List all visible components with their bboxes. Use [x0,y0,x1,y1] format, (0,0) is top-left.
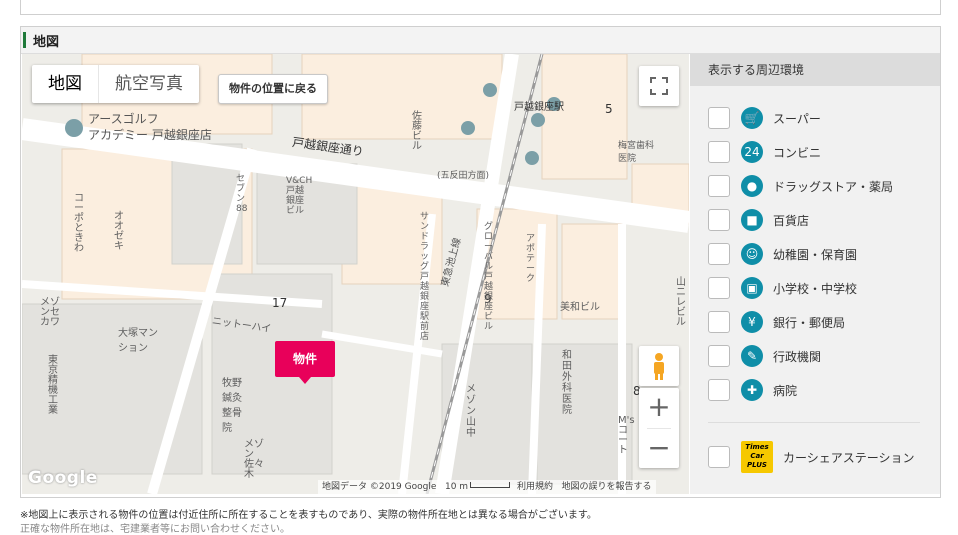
map-attribution: 地図データ ©2019 Google 10 m 利用規約 地図の誤りを報告する [318,480,656,494]
poi-label: スーパー [773,111,821,126]
map-label-yamanoue: 山ニレビル [676,277,686,328]
clipboard-icon: ✎ [741,345,763,367]
map-canvas[interactable]: 戸越銀座通り (五反田方面) 戸越銀座駅 東急池上線 アースゴルフ アカデミー … [22,54,689,494]
pegman-icon [654,353,664,380]
map-label-ms: M'sコート [618,415,635,456]
poi-checkbox[interactable] [708,446,730,468]
map-label-kotokawa: コーポときわ [74,193,84,254]
poi-label: 百貨店 [773,213,810,228]
poi-label: 行政機関 [773,349,822,364]
map-label-makino: 牧野鍼灸整骨院 [222,378,242,434]
fullscreen-icon [650,77,668,95]
poi-label: 銀行・郵便局 [773,315,846,330]
zoom-in-button[interactable]: + [639,388,679,428]
property-marker[interactable]: 物件 [275,341,335,384]
pill-icon: ● [741,175,763,197]
poi-checkbox[interactable] [708,209,730,231]
map-type-satellite-button[interactable]: 航空写真 [99,65,199,103]
map-label-sunddrug: サンドラッグ戸越銀座駅前店 [420,212,430,342]
map-type-control: 地図 航空写真 [32,65,199,103]
surroundings-panel: 表示する周辺環境 🛒 スーパー 24 コンビニ ● ドラッグストア・薬局 ■ 百… [690,54,940,494]
poi-label: ドラッグストア・薬局 [773,179,894,194]
map-label-golf2: アカデミー 戸越銀座店 [88,128,212,142]
report-error-link[interactable]: 地図の誤りを報告する [562,482,652,492]
surroundings-title: 表示する周辺環境 [690,54,940,86]
poi-label: カーシェアステーション [783,450,915,465]
shopping-bag-icon: ■ [741,209,763,231]
map-label-vandc: V&CH戸越銀座ビル [286,176,313,216]
poi-label: コンビニ [773,145,822,160]
map-disclaimer: ※地図上に表示される物件の位置は付近住所に所在することを表すものであり、実際の物… [20,510,597,521]
poi-checkbox[interactable] [708,345,730,367]
cart-icon: 🛒 [741,107,763,129]
map-label-oseki: オオゼキ [114,211,124,252]
poi-label: 小学校・中学校 [773,281,858,296]
terms-link[interactable]: 利用規約 [517,482,553,492]
poi-item-government[interactable]: ✎ 行政機関 [708,344,821,368]
map-label-block17: 17 [272,296,288,310]
attribution-data: 地図データ ©2019 Google [322,482,437,492]
poi-checkbox[interactable] [708,379,730,401]
poi-item-kindergarten[interactable]: ☺ 幼稚園・保育園 [708,242,857,266]
panel-divider [708,422,920,423]
zoom-out-button[interactable]: − [639,429,679,469]
previous-section-box [20,0,941,15]
map-label-mensan: メゾン山中 [466,384,476,439]
convenience-store-icon: 24 [741,141,763,163]
section-accent-bar [23,32,26,48]
poi-item-bank[interactable]: ¥ 銀行・郵便局 [708,310,845,334]
school-bag-icon: ▣ [741,277,763,299]
map-type-map-button[interactable]: 地図 [32,65,98,103]
poi-checkbox[interactable] [708,175,730,197]
map-label-global: グローバル戸越銀座ビル [484,222,494,332]
map-label-clinic: 梅宮歯科医院 [618,141,655,164]
street-view-pegman-button[interactable] [639,346,679,386]
scale-label: 10 m [444,482,469,492]
poi-label: 幼稚園・保育園 [773,247,858,262]
map-label-seven: セブン88 [236,174,248,214]
fullscreen-button[interactable] [639,66,679,106]
map-section: 地図 戸越銀座通り (五反田方面) 戸越銀座駅 東急池上線 アースゴルフ アカデ… [20,26,941,498]
child-icon: ☺ [741,243,763,265]
map-disclaimer-2: 正確な物件所在地は、宅建業者等にお問い合わせください。 [20,524,290,535]
poi-item-department-store[interactable]: ■ 百貨店 [708,208,809,232]
bank-icon: ¥ [741,311,763,333]
map-label-sato: 佐藤ビル [412,111,422,152]
poi-checkbox[interactable] [708,277,730,299]
google-logo: Google [28,468,98,488]
back-to-property-button[interactable]: 物件の位置に戻る [218,74,328,104]
hospital-icon: ✚ [741,379,763,401]
map-label-otaki: 大塚マンション [118,328,158,354]
times-car-logo-icon: Times Car PLUS [741,441,773,473]
poi-checkbox[interactable] [708,311,730,333]
poi-item-supermarket[interactable]: 🛒 スーパー [708,106,821,130]
zoom-control: + − [639,388,679,468]
poi-item-school[interactable]: ▣ 小学校・中学校 [708,276,857,300]
map-label-golf: アースゴルフ [88,112,159,126]
section-title: 地図 [33,35,60,50]
scale-bar [470,482,511,488]
poi-label: 病院 [773,383,798,398]
poi-item-convenience[interactable]: 24 コンビニ [708,140,821,164]
poi-checkbox[interactable] [708,141,730,163]
map-label-direction: (五反田方面) [437,171,490,181]
map-label-torikoshi: 東京精機工業 [48,355,58,416]
map-label-wada: 和田外科医院 [562,350,572,416]
map-label-mensonseki: メゾンセカワ [40,297,60,328]
map-label-bijin: 美和ビル [560,302,600,313]
poi-checkbox[interactable] [708,107,730,129]
map-label-mensonsasaki: メゾン佐々木 [244,439,264,480]
map-label-block5: 5 [605,102,613,116]
poi-item-car-share[interactable]: Times Car PLUS カーシェアステーション [708,440,915,474]
poi-checkbox[interactable] [708,243,730,265]
map-label-station: 戸越銀座駅 [514,102,564,113]
map-label-apatek: アポテーク [526,234,536,284]
poi-item-hospital[interactable]: ✚ 病院 [708,378,797,402]
poi-item-drugstore[interactable]: ● ドラッグストア・薬局 [708,174,893,198]
section-header: 地図 [21,27,940,54]
